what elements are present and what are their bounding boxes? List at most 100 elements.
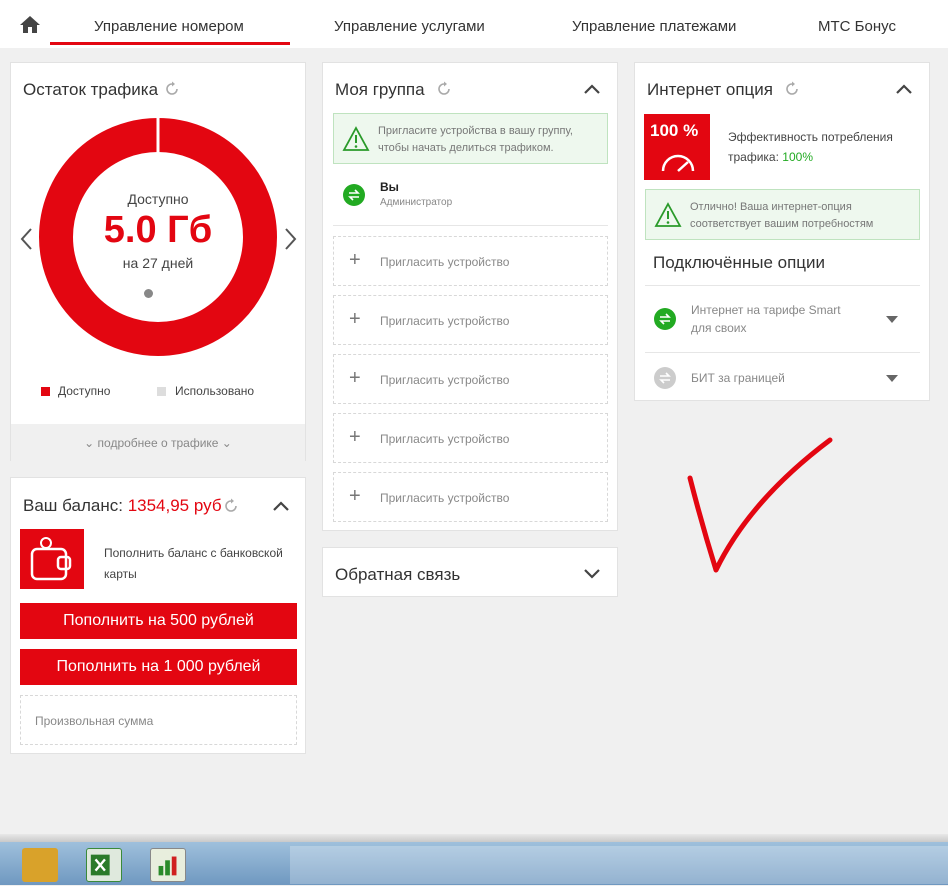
option-item-smart[interactable]: Интернет на тарифе Smart для своих [645, 286, 920, 352]
refresh-icon[interactable] [436, 81, 452, 97]
excel-app-icon[interactable] [86, 848, 122, 882]
internet-title: Интернет опция [647, 80, 773, 99]
plus-icon: + [349, 249, 361, 271]
available-label: Доступно [127, 191, 189, 207]
efficiency-badge-text: 100 % [650, 121, 699, 140]
legend-used: Использовано [175, 384, 255, 398]
collapse-icon[interactable] [272, 500, 290, 512]
feedback-title: Обратная связь [335, 565, 461, 584]
dropdown-arrow-icon[interactable] [885, 315, 899, 324]
balance-amount: 1354,95 руб [127, 496, 222, 515]
carousel-dot[interactable] [144, 289, 153, 298]
traffic-more-link[interactable]: ⌄ подробнее о трафике ⌄ [11, 436, 305, 450]
member-sync-icon [343, 184, 365, 206]
topup-card-text-2: карты [104, 567, 137, 581]
traffic-amount: 5.0 Гб [103, 209, 213, 251]
option-smart-label-2: для своих [691, 321, 747, 335]
connected-options-title: Подключённые опции [653, 253, 826, 272]
member-role: Администратор [380, 197, 453, 208]
group-alert-text: Пригласите устройства в вашу группу, чтоб… [378, 123, 608, 157]
invite-device-slot[interactable]: + Пригласить устройство [333, 472, 608, 522]
topup-card-text-1: Пополнить баланс с банковской [104, 546, 283, 560]
collapse-icon[interactable] [895, 83, 913, 95]
balance-title: Ваш баланс: 1354,95 руб [23, 496, 222, 516]
efficiency-badge: 100 % [644, 114, 710, 180]
efficiency-label: трафика: [728, 150, 779, 164]
invite-device-slot[interactable]: + Пригласить устройство [333, 295, 608, 345]
balance-card: Ваш баланс: 1354,95 руб Пополнить баланс… [10, 477, 306, 754]
window-bottom-edge [0, 834, 948, 842]
wallet-icon [30, 537, 72, 581]
group-card: Моя группа Пригласите устройства в вашу … [322, 62, 618, 531]
invite-label: Пригласить устройство [380, 491, 510, 505]
balance-label: Ваш баланс: [23, 496, 123, 515]
efficiency-text-2: трафика: 100% [728, 150, 813, 164]
chart-app-icon[interactable] [150, 848, 186, 882]
divider [333, 225, 608, 226]
refresh-icon[interactable] [784, 81, 800, 97]
chevron-right-icon[interactable] [284, 227, 298, 251]
tab-services-management[interactable]: Управление услугами [334, 18, 485, 35]
legend-available-swatch [41, 387, 50, 396]
sync-arrows-icon [659, 372, 671, 384]
efficiency-text-1: Эффективность потребления [728, 130, 893, 144]
tab-number-management[interactable]: Управление номером [94, 18, 244, 35]
plus-icon: + [349, 367, 361, 389]
invite-label: Пригласить устройство [380, 432, 510, 446]
option-bit-label: БИТ за границей [691, 371, 785, 385]
tab-payments-management[interactable]: Управление платежами [572, 18, 736, 35]
game-app-icon[interactable] [22, 848, 58, 882]
group-alert-line2: чтобы начать делиться трафиком. [378, 142, 554, 154]
refresh-icon[interactable] [164, 81, 180, 97]
option-active-icon [654, 308, 676, 330]
speedometer-icon [661, 154, 695, 172]
traffic-more-label: подробнее о трафике [97, 436, 219, 450]
member-name: Вы [380, 180, 399, 194]
traffic-card: Остаток трафика Доступно 5.0 Гб на 27 дн… [10, 62, 306, 461]
warning-icon [654, 202, 682, 227]
taskbar [0, 842, 948, 885]
topup-500-button[interactable]: Пополнить на 500 рублей [20, 603, 297, 639]
group-title: Моя группа [335, 80, 425, 99]
chevron-left-icon[interactable] [19, 227, 33, 251]
traffic-more-bar[interactable]: ⌄ подробнее о трафике ⌄ [11, 424, 305, 461]
custom-amount-input[interactable]: Произвольная сумма [20, 695, 297, 745]
internet-alert-line1: Отлично! Ваша интернет-опция [690, 201, 852, 213]
custom-amount-placeholder: Произвольная сумма [35, 714, 154, 728]
spreadsheet-icon [90, 854, 110, 876]
group-alert-line1: Пригласите устройства в вашу группу, [378, 125, 573, 137]
internet-alert-text: Отлично! Ваша интернет-опция соответствуе… [690, 199, 920, 233]
topup-1000-button[interactable]: Пополнить на 1 000 рублей [20, 649, 297, 685]
active-tab-indicator [50, 42, 290, 45]
legend-used-swatch [157, 387, 166, 396]
invite-device-slot[interactable]: + Пригласить устройство [333, 413, 608, 463]
efficiency-value: 100% [782, 150, 813, 164]
feedback-card[interactable]: Обратная связь [322, 547, 618, 597]
invite-device-slot[interactable]: + Пригласить устройство [333, 354, 608, 404]
expand-icon[interactable] [583, 568, 601, 580]
group-info-alert: Пригласите устройства в вашу группу, чтоб… [333, 113, 608, 164]
option-inactive-icon [654, 367, 676, 389]
traffic-period: на 27 дней [122, 255, 194, 271]
taskbar-window-area [290, 846, 948, 884]
tab-mts-bonus[interactable]: МТС Бонус [818, 18, 896, 35]
warning-icon [342, 126, 370, 151]
invite-label: Пригласить устройство [380, 373, 510, 387]
internet-option-card: Интернет опция 100 % Эффективность потре… [634, 62, 930, 401]
invite-device-slot[interactable]: + Пригласить устройство [333, 236, 608, 286]
sync-arrows-icon [348, 189, 360, 201]
plus-icon: + [349, 426, 361, 448]
handdrawn-checkmark [687, 437, 833, 573]
chart-bars-icon [158, 856, 177, 876]
internet-success-alert: Отлично! Ваша интернет-опция соответствуе… [645, 189, 920, 240]
traffic-title: Остаток трафика [23, 80, 159, 99]
sync-arrows-icon [659, 313, 671, 325]
home-icon[interactable] [18, 14, 42, 34]
dropdown-arrow-icon[interactable] [885, 374, 899, 383]
refresh-icon[interactable] [223, 498, 239, 514]
internet-alert-line2: соответствует вашим потребностям [690, 218, 874, 230]
collapse-icon[interactable] [583, 83, 601, 95]
legend-available: Доступно [58, 384, 111, 398]
top-nav: Управление номером Управление услугами У… [0, 0, 948, 48]
option-item-bit-abroad[interactable]: БИТ за границей [645, 353, 920, 398]
